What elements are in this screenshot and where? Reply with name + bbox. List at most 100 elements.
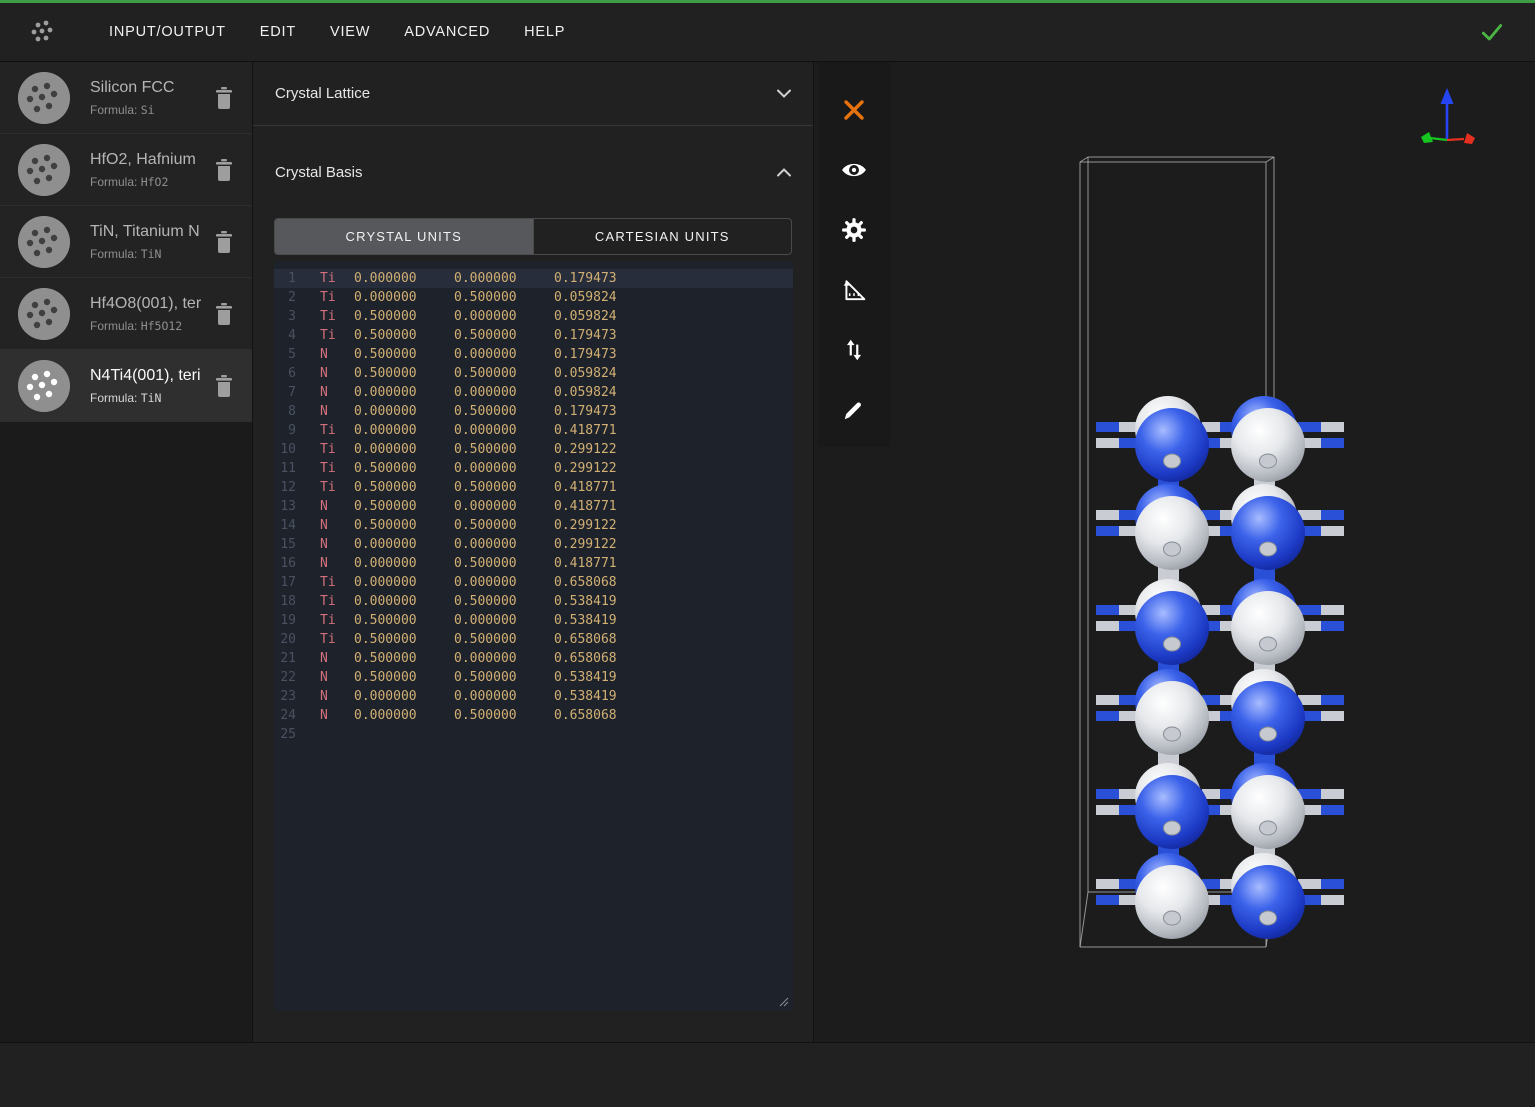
basis-line: 9Ti0.0000000.0000000.418771 xyxy=(274,421,793,440)
close-icon xyxy=(843,99,865,121)
measure-icon xyxy=(841,277,867,303)
bond xyxy=(1096,695,1119,705)
sidebar-item-n4ti4-001[interactable]: N4Ti4(001), teri Formula: TiN xyxy=(0,350,252,422)
atom-sphere-N[interactable] xyxy=(1135,591,1209,665)
bond xyxy=(1321,879,1344,889)
atom-sphere-N[interactable] xyxy=(1135,775,1209,849)
basis-line: 22N0.5000000.5000000.538419 xyxy=(274,668,793,687)
basis-line: 21N0.5000000.0000000.658068 xyxy=(274,649,793,668)
atom-sphere-Ti[interactable] xyxy=(1231,408,1305,482)
sidebar-item-tin[interactable]: TiN, Titanium N Formula: TiN xyxy=(0,206,252,278)
delete-icon[interactable] xyxy=(214,86,234,110)
basis-line: 10Ti0.0000000.5000000.299122 xyxy=(274,440,793,459)
material-title: Hf4O8(001), ter xyxy=(90,295,210,313)
swap-vertical-button[interactable] xyxy=(832,328,876,372)
material-avatar-icon xyxy=(18,216,70,268)
z-axis-arrow xyxy=(1441,88,1454,104)
sidebar-item-silicon-fcc[interactable]: Silicon FCC Formula: Si xyxy=(0,62,252,134)
material-title: HfO2, Hafnium xyxy=(90,151,210,169)
menu-edit[interactable]: EDIT xyxy=(243,14,313,50)
atom-sphere-Ti[interactable] xyxy=(1231,591,1305,665)
bond xyxy=(1096,895,1119,905)
settings-button[interactable] xyxy=(832,208,876,252)
bond xyxy=(1321,438,1344,448)
atom-sphere-N[interactable] xyxy=(1135,408,1209,482)
menu-help[interactable]: HELP xyxy=(507,14,582,50)
basis-line: 7N0.0000000.0000000.059824 xyxy=(274,383,793,402)
menu-input-output[interactable]: INPUT/OUTPUT xyxy=(92,14,243,50)
viewer-toolbar xyxy=(818,62,890,447)
front-bond-stub xyxy=(1164,821,1181,835)
footer-bar xyxy=(0,1042,1535,1107)
y-axis-arrow xyxy=(1421,132,1433,143)
delete-icon[interactable] xyxy=(214,230,234,254)
bond xyxy=(1096,879,1119,889)
atom-sphere-N[interactable] xyxy=(1231,496,1305,570)
basis-line-empty: 25 xyxy=(274,725,793,744)
axes-gizmo[interactable] xyxy=(1417,82,1483,154)
sidebar-item-hf4o8-001[interactable]: Hf4O8(001), ter Formula: Hf5O12 xyxy=(0,278,252,350)
close-button[interactable] xyxy=(832,88,876,132)
section-title: Crystal Lattice xyxy=(275,85,370,102)
tab-crystal-units[interactable]: CRYSTAL UNITS xyxy=(275,219,533,254)
bond xyxy=(1321,605,1344,615)
crystal-structure-canvas[interactable] xyxy=(814,62,1535,1042)
edit-button[interactable] xyxy=(832,388,876,432)
crystal-basis-section-header[interactable]: Crystal Basis xyxy=(253,126,813,218)
sidebar-item-hfo2[interactable]: HfO2, Hafnium Formula: HfO2 xyxy=(0,134,252,206)
crystal-lattice-section-header[interactable]: Crystal Lattice xyxy=(253,62,813,126)
front-bond-stub xyxy=(1164,727,1181,741)
swap-vertical-icon xyxy=(841,337,867,363)
tab-cartesian-units[interactable]: CARTESIAN UNITS xyxy=(533,219,792,254)
materials-3d-viewer[interactable] xyxy=(814,62,1535,1042)
visibility-button[interactable] xyxy=(832,148,876,192)
basis-line: 15N0.0000000.0000000.299122 xyxy=(274,535,793,554)
basis-line: 14N0.5000000.5000000.299122 xyxy=(274,516,793,535)
confirm-check-button[interactable] xyxy=(1477,17,1507,47)
chevron-down-icon xyxy=(777,89,791,98)
menu-advanced[interactable]: ADVANCED xyxy=(387,14,507,50)
front-bond-stub xyxy=(1260,727,1277,741)
material-title: TiN, Titanium N xyxy=(90,223,210,241)
atom-sphere-N[interactable] xyxy=(1231,865,1305,939)
front-bond-stub xyxy=(1164,637,1181,651)
basis-line: 20Ti0.5000000.5000000.658068 xyxy=(274,630,793,649)
atom-sphere-N[interactable] xyxy=(1231,681,1305,755)
material-formula: Formula: Si xyxy=(90,103,210,117)
basis-line: 1Ti0.0000000.0000000.179473 xyxy=(274,269,793,288)
menu-view[interactable]: VIEW xyxy=(313,14,387,50)
bond xyxy=(1321,621,1344,631)
basis-line: 13N0.5000000.0000000.418771 xyxy=(274,497,793,516)
bond xyxy=(1096,621,1119,631)
front-bond-stub xyxy=(1164,454,1181,468)
bond xyxy=(1321,510,1344,520)
basis-line: 23N0.0000000.0000000.538419 xyxy=(274,687,793,706)
material-formula: Formula: HfO2 xyxy=(90,175,210,189)
material-title: N4Ti4(001), teri xyxy=(90,367,210,385)
basis-line: 6N0.5000000.5000000.059824 xyxy=(274,364,793,383)
measure-button[interactable] xyxy=(832,268,876,312)
bond xyxy=(1096,789,1119,799)
section-title: Crystal Basis xyxy=(275,164,363,181)
bond xyxy=(1321,895,1344,905)
delete-icon[interactable] xyxy=(214,374,234,398)
atom-sphere-Ti[interactable] xyxy=(1135,681,1209,755)
bond xyxy=(1096,422,1119,432)
unit-cell-edge xyxy=(1080,157,1088,162)
resize-handle-icon[interactable] xyxy=(777,995,789,1007)
delete-icon[interactable] xyxy=(214,302,234,326)
unit-cell-edge xyxy=(1080,892,1088,947)
front-bond-stub xyxy=(1260,911,1277,925)
atom-sphere-Ti[interactable] xyxy=(1135,496,1209,570)
material-avatar-icon xyxy=(18,288,70,340)
delete-icon[interactable] xyxy=(214,158,234,182)
material-formula: Formula: TiN xyxy=(90,247,210,261)
materials-sidebar: Silicon FCC Formula: Si HfO2, Hafnium xyxy=(0,62,253,1042)
crystal-basis-editor[interactable]: 1Ti0.0000000.0000000.1794732Ti0.0000000.… xyxy=(274,261,793,1011)
atom-sphere-Ti[interactable] xyxy=(1135,865,1209,939)
bond xyxy=(1096,438,1119,448)
basis-line: 16N0.0000000.5000000.418771 xyxy=(274,554,793,573)
front-bond-stub xyxy=(1260,821,1277,835)
atom-sphere-Ti[interactable] xyxy=(1231,775,1305,849)
edit-icon xyxy=(841,397,867,423)
